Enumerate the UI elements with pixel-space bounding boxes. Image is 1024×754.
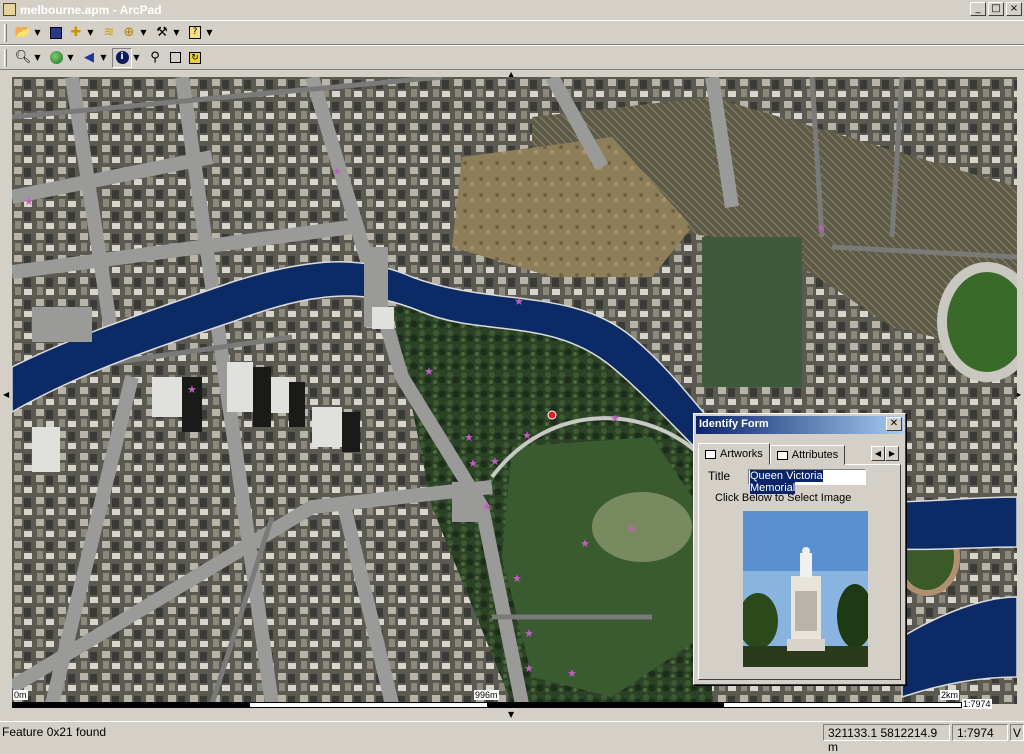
tab-artworks[interactable]: Artworks [698, 443, 770, 465]
tab-label: Attributes [791, 449, 839, 461]
title-bar: melbourne.apm - ArcPad _ □ × [0, 0, 1024, 20]
refresh-icon[interactable]: ↻ [185, 48, 205, 68]
image-hint: Click Below to Select Image [715, 492, 852, 504]
svg-text:★: ★ [627, 522, 637, 535]
identify-dropdown-icon[interactable]: ▼ [132, 53, 141, 62]
status-bar: Feature 0x21 found 321133.1 5812214.9 m … [0, 721, 1024, 754]
tab-scroll-right-icon[interactable]: ▶ [885, 446, 899, 461]
svg-text:★: ★ [610, 412, 620, 425]
help-dropdown-icon[interactable]: ▼ [205, 28, 214, 37]
globe-icon[interactable] [46, 48, 66, 68]
save-icon[interactable] [46, 23, 66, 43]
identify-icon[interactable]: i [112, 47, 132, 68]
svg-text:★: ★ [468, 457, 478, 470]
scale-end-label: 2km [940, 690, 960, 700]
svg-text:★: ★ [522, 429, 532, 442]
zoom-in-icon[interactable]: 🔍︎ [13, 48, 33, 68]
table-icon [776, 450, 788, 460]
tools-icon[interactable]: ⚒ [152, 23, 172, 43]
svg-text:★: ★ [424, 365, 434, 378]
svg-text:★: ★ [482, 500, 492, 513]
status-message: Feature 0x21 found [2, 725, 107, 739]
title-field[interactable]: Queen Victoria Memorial [748, 469, 866, 494]
help-icon[interactable]: ? [185, 23, 205, 43]
scale-ratio-label: 1:7974 [962, 699, 992, 709]
tab-attributes[interactable]: Attributes [769, 445, 846, 465]
dialog-title-bar[interactable]: Identify Form [696, 416, 903, 434]
layers-icon[interactable]: ≋ [99, 23, 119, 43]
window-controls: _ □ × [970, 2, 1022, 16]
back-dropdown-icon[interactable]: ▼ [99, 53, 108, 62]
svg-text:★: ★ [567, 667, 577, 680]
svg-text:★: ★ [524, 662, 534, 675]
scale-segment [13, 703, 250, 707]
gps-dropdown-icon[interactable]: ▼ [139, 28, 148, 37]
add-layer-dropdown-icon[interactable]: ▼ [86, 28, 95, 37]
tab-scroll-left-icon[interactable]: ◀ [871, 446, 885, 461]
close-button[interactable]: × [1006, 2, 1022, 16]
select-box-icon[interactable] [165, 48, 185, 68]
svg-text:★: ★ [580, 537, 590, 550]
svg-text:★: ★ [512, 572, 522, 585]
scale-bar [12, 702, 962, 708]
pan-left-icon[interactable]: ◀ [3, 390, 9, 399]
globe-dropdown-icon[interactable]: ▼ [66, 53, 75, 62]
scale-mid-label: 996m [474, 690, 499, 700]
add-layer-icon[interactable]: ✚ [66, 23, 86, 43]
tools-dropdown-icon[interactable]: ▼ [172, 28, 181, 37]
tab-strip: Artworks Attributes [698, 443, 846, 465]
svg-text:★: ★ [464, 431, 474, 444]
main-toolbar: 📂 ▼ ✚ ▼ ≋ ⊕ ▼ ⚒ ▼ ? ▼ [0, 20, 1024, 45]
app-icon[interactable] [3, 3, 16, 16]
toolbar-grip[interactable] [4, 23, 7, 42]
zoom-dropdown-icon[interactable]: ▼ [33, 53, 42, 62]
back-arrow-icon[interactable]: ◀ [79, 48, 99, 68]
identify-form-dialog: Identify Form ✕ Artworks Attributes ◀ ▶ … [693, 413, 906, 685]
svg-text:★: ★ [816, 222, 826, 235]
dialog-title: Identify Form [699, 418, 769, 430]
svg-text:★: ★ [187, 383, 197, 396]
pan-down-icon[interactable]: ▼ [508, 710, 514, 719]
svg-text:★: ★ [514, 295, 524, 308]
mode-indicator: V [1010, 724, 1024, 741]
maximize-button[interactable]: □ [988, 2, 1004, 16]
tab-label: Artworks [720, 448, 763, 460]
svg-text:★: ★ [524, 627, 534, 640]
scale-segment [487, 703, 724, 707]
navigation-toolbar: 🔍︎ ▼ ▼ ◀ ▼ i ▼ ⚲ ↻ [0, 45, 1024, 70]
svg-text:★: ★ [332, 165, 342, 178]
title-field-label: Title [708, 469, 731, 483]
scale-readout: 1:7974 [952, 724, 1008, 741]
tab-scroll: ◀ ▶ [871, 446, 899, 461]
window-title: melbourne.apm - ArcPad [20, 3, 162, 17]
open-dropdown-icon[interactable]: ▼ [33, 28, 42, 37]
svg-text:★: ★ [490, 455, 500, 468]
dialog-close-button[interactable]: ✕ [886, 417, 902, 431]
form-icon [705, 449, 716, 459]
memorial-image [743, 511, 868, 667]
gps-icon[interactable]: ⊕ [119, 23, 139, 43]
open-folder-icon[interactable]: 📂 [13, 23, 33, 43]
find-icon[interactable]: ⚲ [145, 48, 165, 68]
minimize-button[interactable]: _ [970, 2, 986, 16]
memorial-photo[interactable] [743, 511, 868, 667]
scale-start-label: 0m [13, 690, 28, 700]
svg-text:★: ★ [24, 195, 34, 208]
coordinates-readout: 321133.1 5812214.9 m [823, 724, 950, 754]
toolbar-grip[interactable] [4, 48, 7, 67]
